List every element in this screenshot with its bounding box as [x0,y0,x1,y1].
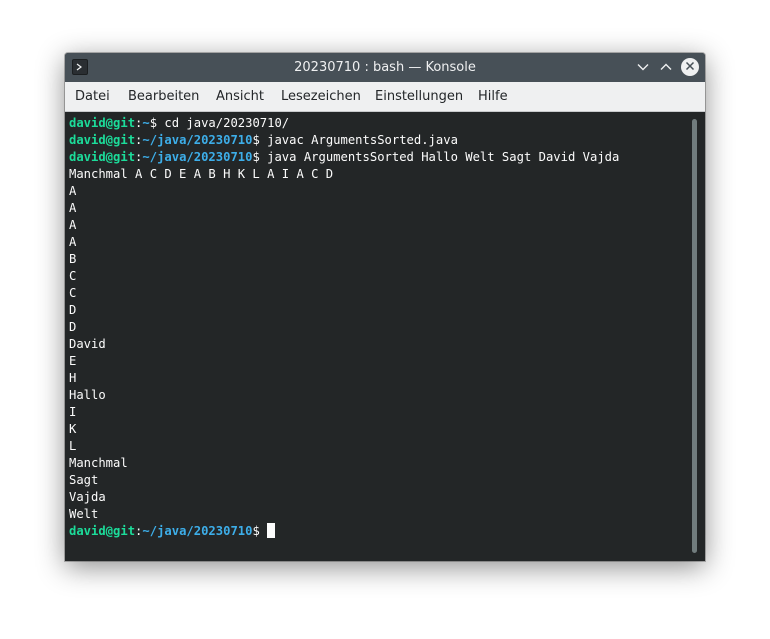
output-line: A [69,218,77,232]
output-line: H [69,371,77,385]
prompt-path: ~/java/20230710 [142,133,253,147]
output-line: K [69,422,77,436]
output-line: David [69,337,106,351]
prompt-user: david@git [69,524,136,538]
close-icon [685,60,695,75]
minimize-button[interactable] [634,58,652,76]
prompt-line: david@git:~$ cd java/20230710/ [69,115,619,132]
prompt-path: ~/java/20230710 [142,524,253,538]
maximize-button[interactable] [657,58,675,76]
konsole-window: 20230710 : bash — Konsole Datei Bearbeit… [65,53,705,561]
menu-hilfe[interactable]: Hilfe [478,82,508,111]
output-line: C [69,269,77,283]
prompt-command: $ javac ArgumentsSorted.java [252,133,458,147]
menu-bar: Datei Bearbeiten Ansicht Lesezeichen Ein… [65,82,705,112]
output-line: C [69,286,77,300]
output-line: A [69,235,77,249]
prompt-path: ~ [142,116,150,130]
output-line: Hallo [69,388,106,402]
prompt-command: $ [252,524,260,538]
title-bar[interactable]: 20230710 : bash — Konsole [65,53,705,82]
scrollbar[interactable] [692,119,697,553]
output-line: D [69,320,77,334]
output-line: L [69,439,77,453]
output-line: Welt [69,507,99,521]
text-cursor [266,523,275,538]
output-line: A [69,201,77,215]
output-line: D [69,303,77,317]
chevron-down-icon [637,60,649,75]
terminal-area[interactable]: david@git:~$ cd java/20230710/ david@git… [65,112,705,561]
menu-bearbeiten[interactable]: Bearbeiten [128,82,199,111]
output-line: I [69,405,77,419]
output-line: Manchmal A C D E A B H K L A I A C D [69,167,334,181]
prompt-line-current: david@git:~/java/20230710$ [69,523,619,540]
menu-datei[interactable]: Datei [75,82,110,111]
output-line: E [69,354,77,368]
output-line: Manchmal [69,456,128,470]
prompt-user: david@git [69,116,136,130]
prompt-path: ~/java/20230710 [142,150,253,164]
prompt-command: $ cd java/20230710/ [149,116,290,130]
output-line: A [69,184,77,198]
menu-ansicht[interactable]: Ansicht [216,82,264,111]
prompt-line: david@git:~/java/20230710$ javac Argumen… [69,132,619,149]
prompt-user: david@git [69,133,136,147]
output-line: Sagt [69,473,99,487]
menu-lesezeichen[interactable]: Lesezeichen [281,82,361,111]
terminal-output: david@git:~$ cd java/20230710/ david@git… [69,115,619,540]
prompt-line: david@git:~/java/20230710$ java Argument… [69,149,619,166]
output-line: Vajda [69,490,106,504]
menu-einstellungen[interactable]: Einstellungen [375,82,463,111]
prompt-command: $ java ArgumentsSorted Hallo Welt Sagt D… [252,150,620,164]
close-button[interactable] [681,58,699,76]
chevron-up-icon [660,60,672,75]
prompt-user: david@git [69,150,136,164]
window-title: 20230710 : bash — Konsole [294,60,476,75]
output-line: B [69,252,77,266]
